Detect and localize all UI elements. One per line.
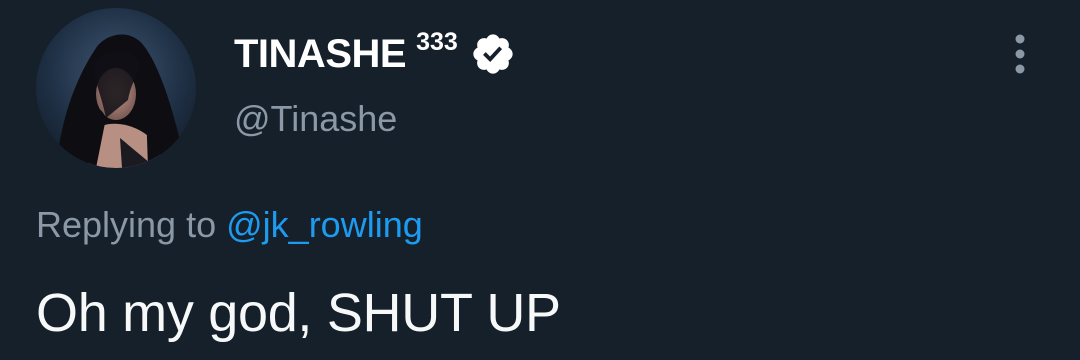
more-vertical-icon[interactable] (1005, 30, 1035, 78)
replying-to-label: Replying to (36, 204, 217, 245)
display-name[interactable]: TINASHE (234, 32, 407, 77)
display-name-suffix: 333 (416, 27, 458, 56)
avatar-image (36, 8, 196, 168)
tweet-text: Oh my god, SHUT UP (36, 283, 561, 343)
tweet: TINASHE 333 @Tinashe Replying to @jk_row… (0, 0, 1080, 360)
author-handle[interactable]: @Tinashe (234, 98, 397, 140)
author-name-row: TINASHE 333 (234, 27, 516, 78)
avatar[interactable] (36, 8, 196, 168)
replying-to: Replying to @jk_rowling (36, 204, 423, 246)
verified-badge-icon (470, 31, 516, 77)
replying-to-mention[interactable]: @jk_rowling (226, 204, 423, 245)
